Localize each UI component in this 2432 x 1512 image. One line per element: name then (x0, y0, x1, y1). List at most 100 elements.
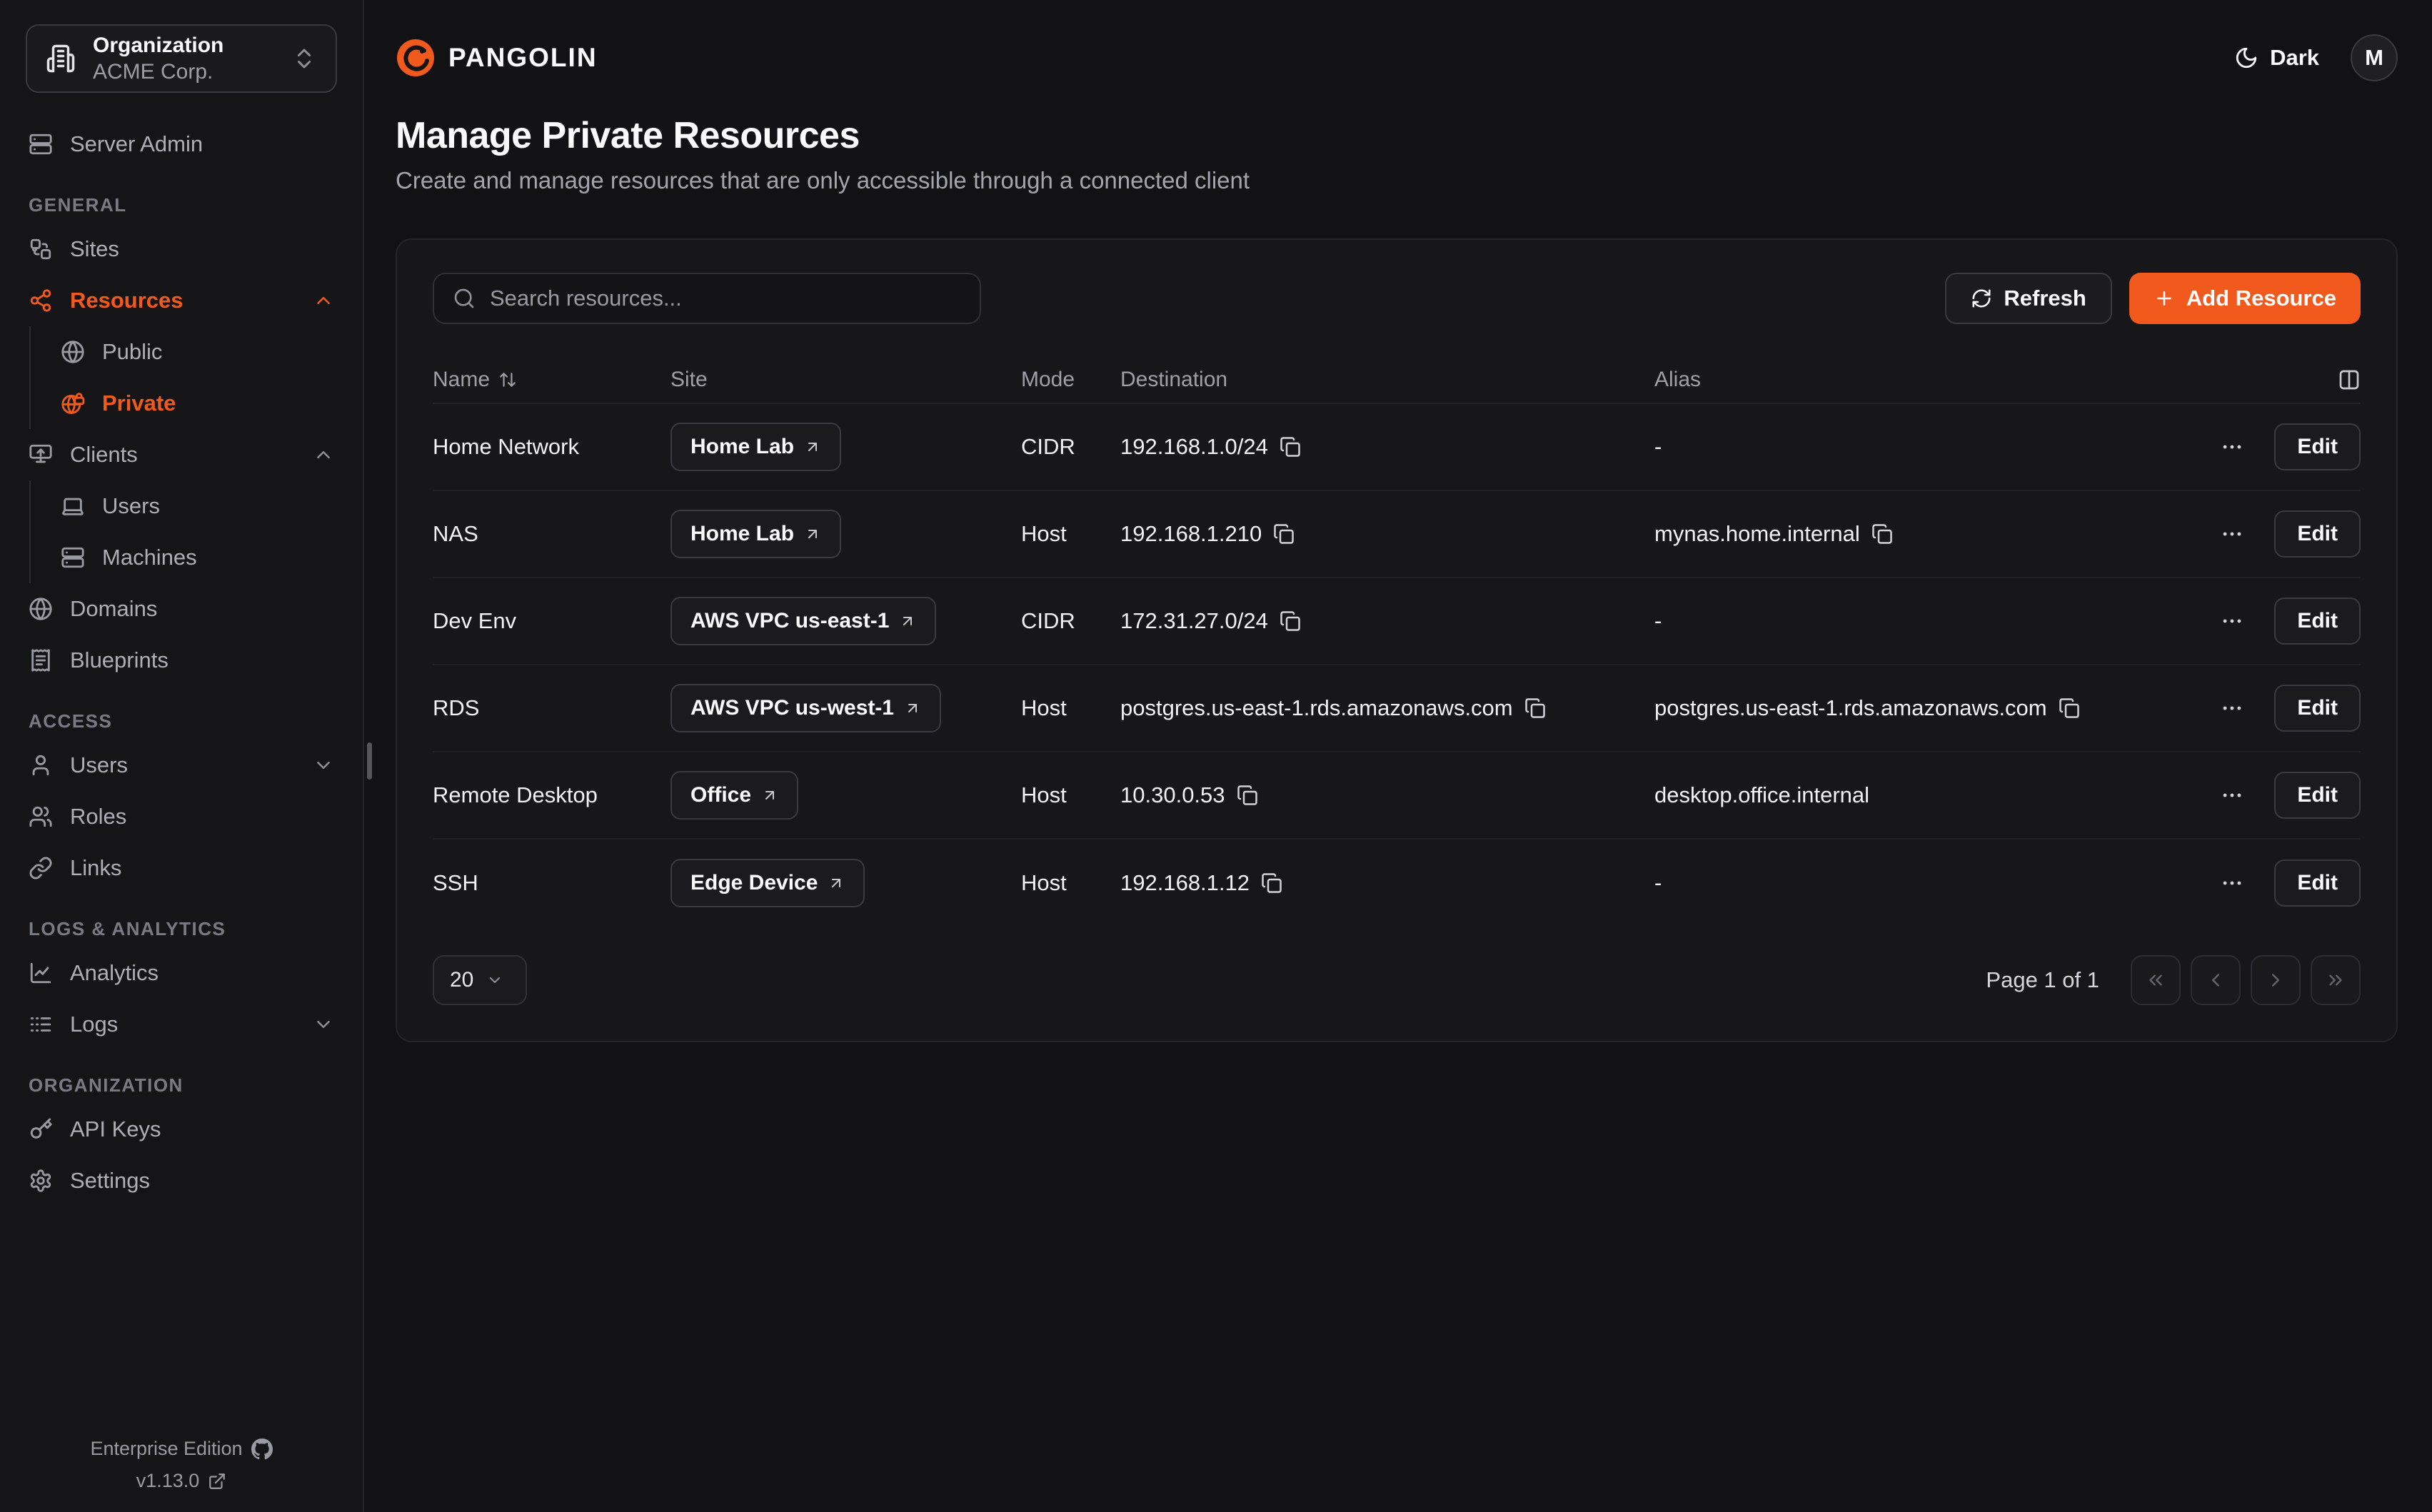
cell-site: Edge Device (670, 859, 1021, 907)
columns-toggle-icon[interactable] (2338, 368, 2361, 391)
sidebar-item-domains[interactable]: Domains (0, 583, 363, 635)
clients-sub-list: Users Machines (29, 480, 363, 583)
site-link[interactable]: AWS VPC us-east-1 (670, 597, 936, 645)
external-link-icon[interactable] (208, 1472, 226, 1491)
sidebar-item-api-keys[interactable]: API Keys (0, 1104, 363, 1155)
cell-name: Dev Env (433, 608, 670, 634)
copy-destination-button[interactable] (1280, 610, 1301, 632)
column-header-name[interactable]: Name (433, 368, 670, 392)
sidebar-item-machines[interactable]: Machines (31, 532, 363, 583)
copy-destination-button[interactable] (1273, 523, 1295, 545)
table-row: SSH Edge Device Host 192.168.1.12 - (433, 840, 2361, 927)
sidebar-item-label: Roles (70, 804, 126, 830)
row-menu-button[interactable] (2216, 867, 2248, 899)
previous-page-button[interactable] (2191, 955, 2241, 1005)
sidebar-item-public[interactable]: Public (31, 326, 363, 378)
theme-label: Dark (2270, 45, 2319, 71)
first-page-button[interactable] (2131, 955, 2181, 1005)
row-menu-button[interactable] (2216, 779, 2248, 812)
row-alias: - (1654, 434, 1662, 460)
avatar[interactable]: M (2351, 34, 2398, 81)
site-link[interactable]: Home Lab (670, 423, 841, 471)
section-label-logs-analytics: LOGS & ANALYTICS (29, 918, 363, 940)
refresh-button[interactable]: Refresh (1945, 273, 2111, 324)
sidebar-item-client-users[interactable]: Users (31, 480, 363, 532)
sidebar-item-label: Machines (102, 545, 197, 570)
org-selector[interactable]: Organization ACME Corp. (26, 24, 337, 93)
pangolin-logo-icon (396, 38, 436, 78)
column-header-alias[interactable]: Alias (1654, 368, 2175, 392)
sidebar-item-logs[interactable]: Logs (0, 999, 363, 1050)
row-menu-button[interactable] (2216, 605, 2248, 637)
sidebar-footer: Enterprise Edition v1.13.0 (0, 1428, 363, 1492)
sidebar-item-roles[interactable]: Roles (0, 791, 363, 842)
copy-destination-button[interactable] (1237, 785, 1258, 806)
arrow-up-right-icon (804, 525, 821, 543)
copy-alias-button[interactable] (1871, 523, 1893, 545)
column-header-destination[interactable]: Destination (1120, 368, 1654, 392)
site-link[interactable]: Edge Device (670, 859, 865, 907)
sidebar-item-private[interactable]: Private (31, 378, 363, 429)
sidebar-item-analytics[interactable]: Analytics (0, 947, 363, 999)
table-row: Remote Desktop Office Host 10.30.0.53 de… (433, 752, 2361, 840)
org-selector-value: ACME Corp. (93, 59, 274, 86)
copy-alias-button[interactable] (2059, 697, 2080, 719)
main-content: PANGOLIN Dark M Manage Private Resources… (364, 0, 2432, 1512)
search-input[interactable] (490, 286, 961, 311)
copy-destination-button[interactable] (1261, 872, 1282, 894)
cell-destination: 172.31.27.0/24 (1120, 608, 1654, 634)
cell-destination: postgres.us-east-1.rds.amazonaws.com (1120, 695, 1654, 721)
cell-name: SSH (433, 870, 670, 896)
site-name: AWS VPC us-east-1 (690, 609, 889, 633)
sidebar-item-clients[interactable]: Clients (0, 429, 363, 480)
cell-mode: CIDR (1021, 608, 1120, 634)
add-resource-button[interactable]: Add Resource (2129, 273, 2361, 324)
edit-button[interactable]: Edit (2274, 510, 2361, 558)
edit-button[interactable]: Edit (2274, 860, 2361, 907)
edit-button[interactable]: Edit (2274, 685, 2361, 732)
plus-icon (2154, 288, 2175, 309)
copy-destination-button[interactable] (1280, 436, 1301, 458)
page-info: Page 1 of 1 (1986, 967, 2099, 993)
page-size-select[interactable]: 20 (433, 955, 527, 1005)
site-link[interactable]: Office (670, 771, 798, 820)
edit-button[interactable]: Edit (2274, 772, 2361, 819)
cell-actions: Edit (2175, 423, 2361, 470)
server-icon (61, 545, 85, 570)
sidebar-item-label: Blueprints (70, 647, 169, 673)
row-mode: CIDR (1021, 434, 1075, 460)
key-icon (29, 1117, 53, 1141)
edit-button[interactable]: Edit (2274, 423, 2361, 470)
sidebar-item-settings[interactable]: Settings (0, 1155, 363, 1206)
cell-mode: Host (1021, 521, 1120, 547)
chevron-down-icon (313, 755, 334, 776)
site-link[interactable]: Home Lab (670, 510, 841, 558)
github-icon[interactable] (251, 1438, 273, 1460)
sidebar-item-sites[interactable]: Sites (0, 223, 363, 275)
sidebar-item-blueprints[interactable]: Blueprints (0, 635, 363, 686)
cell-name: RDS (433, 695, 670, 721)
cell-alias: postgres.us-east-1.rds.amazonaws.com (1654, 695, 2175, 721)
copy-destination-button[interactable] (1524, 697, 1546, 719)
row-menu-button[interactable] (2216, 518, 2248, 550)
cell-alias: - (1654, 434, 2175, 460)
last-page-button[interactable] (2311, 955, 2361, 1005)
row-menu-button[interactable] (2216, 692, 2248, 725)
sidebar-item-resources[interactable]: Resources (0, 275, 363, 326)
row-destination: 172.31.27.0/24 (1120, 608, 1268, 634)
row-menu-button[interactable] (2216, 430, 2248, 463)
sidebar-item-server-admin[interactable]: Server Admin (0, 119, 363, 170)
column-header-site[interactable]: Site (670, 368, 1021, 392)
column-header-mode[interactable]: Mode (1021, 368, 1120, 392)
sidebar-item-label: Analytics (70, 960, 159, 986)
sidebar-item-users[interactable]: Users (0, 740, 363, 791)
site-link[interactable]: AWS VPC us-west-1 (670, 684, 941, 732)
edit-button[interactable]: Edit (2274, 598, 2361, 645)
cell-destination: 192.168.1.0/24 (1120, 434, 1654, 460)
sidebar-item-links[interactable]: Links (0, 842, 363, 894)
user-icon (29, 753, 53, 777)
brand-logo[interactable]: PANGOLIN (396, 38, 598, 78)
sidebar-scrollbar-thumb[interactable] (367, 742, 372, 780)
theme-toggle[interactable]: Dark (2234, 45, 2319, 71)
next-page-button[interactable] (2251, 955, 2301, 1005)
